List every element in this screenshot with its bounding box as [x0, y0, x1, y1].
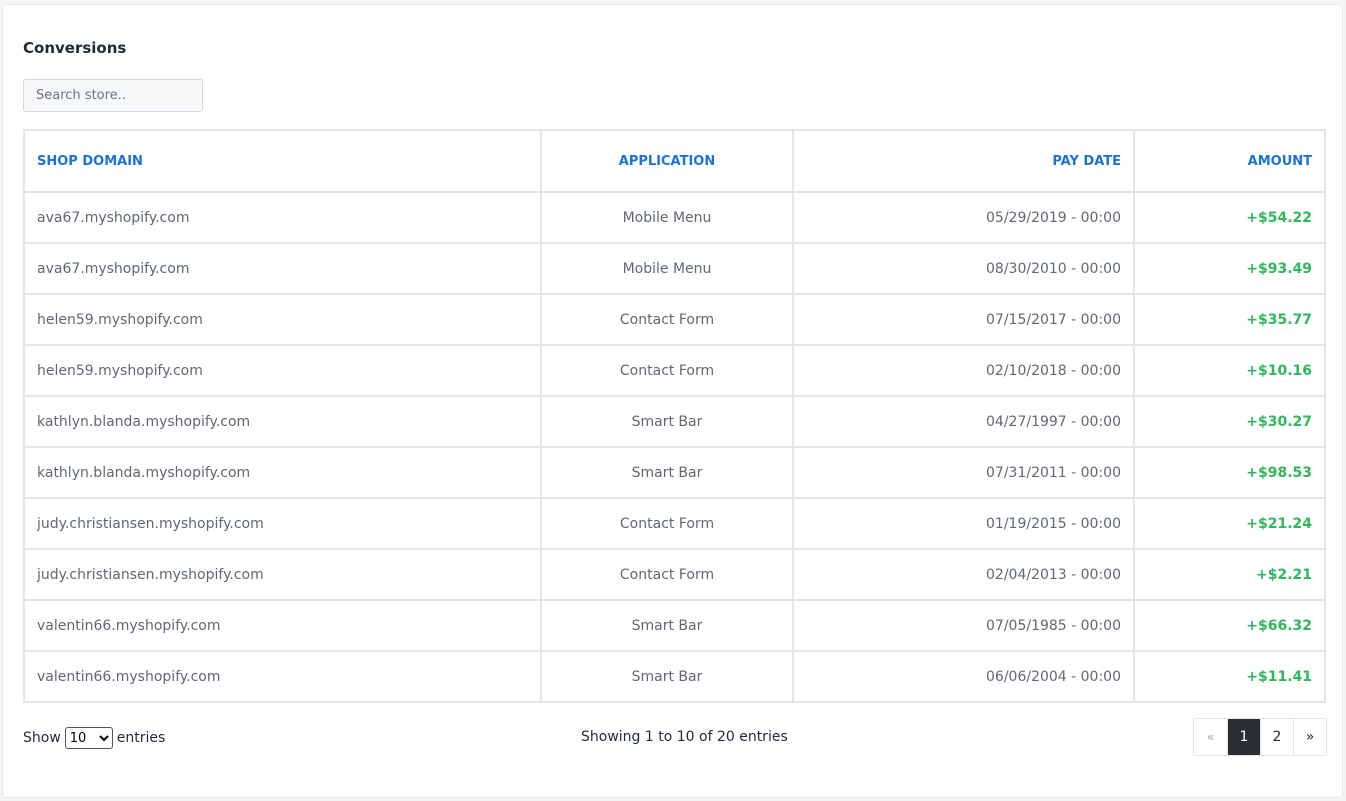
amount-cell: +$35.77 [1133, 293, 1326, 346]
application-cell: Smart Bar [540, 599, 794, 652]
pay-date-cell: 06/06/2004 - 00:00 [792, 650, 1135, 703]
show-label: Show [23, 730, 61, 746]
table-row: judy.christiansen.myshopify.com Contact F… [23, 548, 1326, 601]
pay-date-cell: 07/31/2011 - 00:00 [792, 446, 1135, 499]
amount-cell: +$2.21 [1133, 548, 1326, 601]
pay-date-cell: 08/30/2010 - 00:00 [792, 242, 1135, 295]
shop-domain-cell: judy.christiansen.myshopify.com [23, 548, 542, 601]
table-row: valentin66.myshopify.com Smart Bar 06/06/2… [23, 650, 1326, 703]
table-row: helen59.myshopify.com Contact Form 02/10/2… [23, 344, 1326, 397]
entries-per-page-select[interactable]: 10 [64, 727, 113, 749]
amount-cell: +$54.22 [1133, 191, 1326, 244]
column-header-amount[interactable]: AMOUNT [1133, 129, 1326, 193]
conversions-table: SHOP DOMAIN APPLICATION PAY DATE AMOUNT … [23, 129, 1326, 703]
entries-label: entries [116, 730, 166, 746]
amount-cell: +$10.16 [1133, 344, 1326, 397]
shop-domain-cell: judy.christiansen.myshopify.com [23, 497, 542, 550]
pagination-page-1[interactable]: 1 [1227, 719, 1260, 755]
shop-domain-cell: helen59.myshopify.com [23, 293, 542, 346]
table-row: ava67.myshopify.com Mobile Menu 08/30/2010… [23, 242, 1326, 295]
table-row: judy.christiansen.myshopify.com Contact F… [23, 497, 1326, 550]
entries-length-control: Show 10 entries [23, 727, 165, 749]
pay-date-cell: 02/04/2013 - 00:00 [792, 548, 1135, 601]
pagination: « 1 2 » [1193, 718, 1327, 756]
amount-cell: +$30.27 [1133, 395, 1326, 448]
table-body: ava67.myshopify.com Mobile Menu 05/29/2019… [23, 191, 1326, 703]
pay-date-cell: 01/19/2015 - 00:00 [792, 497, 1135, 550]
application-cell: Mobile Menu [540, 191, 794, 244]
application-cell: Smart Bar [540, 395, 794, 448]
amount-cell: +$66.32 [1133, 599, 1326, 652]
pagination-previous[interactable]: « [1194, 719, 1227, 755]
application-cell: Contact Form [540, 293, 794, 346]
shop-domain-cell: ava67.myshopify.com [23, 242, 542, 295]
amount-cell: +$98.53 [1133, 446, 1326, 499]
table-info-summary: Showing 1 to 10 of 20 entries [581, 729, 788, 745]
application-cell: Contact Form [540, 497, 794, 550]
amount-cell: +$11.41 [1133, 650, 1326, 703]
amount-cell: +$93.49 [1133, 242, 1326, 295]
search-input[interactable] [23, 79, 203, 112]
application-cell: Smart Bar [540, 650, 794, 703]
pay-date-cell: 04/27/1997 - 00:00 [792, 395, 1135, 448]
application-cell: Mobile Menu [540, 242, 794, 295]
column-header-application[interactable]: APPLICATION [540, 129, 794, 193]
column-header-pay-date[interactable]: PAY DATE [792, 129, 1135, 193]
column-header-shop-domain[interactable]: SHOP DOMAIN [23, 129, 542, 193]
pagination-page-2[interactable]: 2 [1260, 719, 1293, 755]
shop-domain-cell: valentin66.myshopify.com [23, 650, 542, 703]
table-row: kathlyn.blanda.myshopify.com Smart Bar 04/… [23, 395, 1326, 448]
pagination-next[interactable]: » [1293, 719, 1326, 755]
table-header-row: SHOP DOMAIN APPLICATION PAY DATE AMOUNT [23, 129, 1326, 193]
pay-date-cell: 02/10/2018 - 00:00 [792, 344, 1135, 397]
conversions-card: Conversions SHOP DOMAIN APPLICATION PAY … [2, 4, 1343, 798]
table-row: kathlyn.blanda.myshopify.com Smart Bar 07/… [23, 446, 1326, 499]
amount-cell: +$21.24 [1133, 497, 1326, 550]
pay-date-cell: 05/29/2019 - 00:00 [792, 191, 1135, 244]
table-row: valentin66.myshopify.com Smart Bar 07/05/1… [23, 599, 1326, 652]
table-row: helen59.myshopify.com Contact Form 07/15/2… [23, 293, 1326, 346]
shop-domain-cell: kathlyn.blanda.myshopify.com [23, 446, 542, 499]
shop-domain-cell: helen59.myshopify.com [23, 344, 542, 397]
shop-domain-cell: ava67.myshopify.com [23, 191, 542, 244]
pay-date-cell: 07/15/2017 - 00:00 [792, 293, 1135, 346]
application-cell: Contact Form [540, 344, 794, 397]
table-row: ava67.myshopify.com Mobile Menu 05/29/2019… [23, 191, 1326, 244]
page-title: Conversions [23, 39, 127, 57]
pay-date-cell: 07/05/1985 - 00:00 [792, 599, 1135, 652]
application-cell: Smart Bar [540, 446, 794, 499]
application-cell: Contact Form [540, 548, 794, 601]
shop-domain-cell: kathlyn.blanda.myshopify.com [23, 395, 542, 448]
shop-domain-cell: valentin66.myshopify.com [23, 599, 542, 652]
